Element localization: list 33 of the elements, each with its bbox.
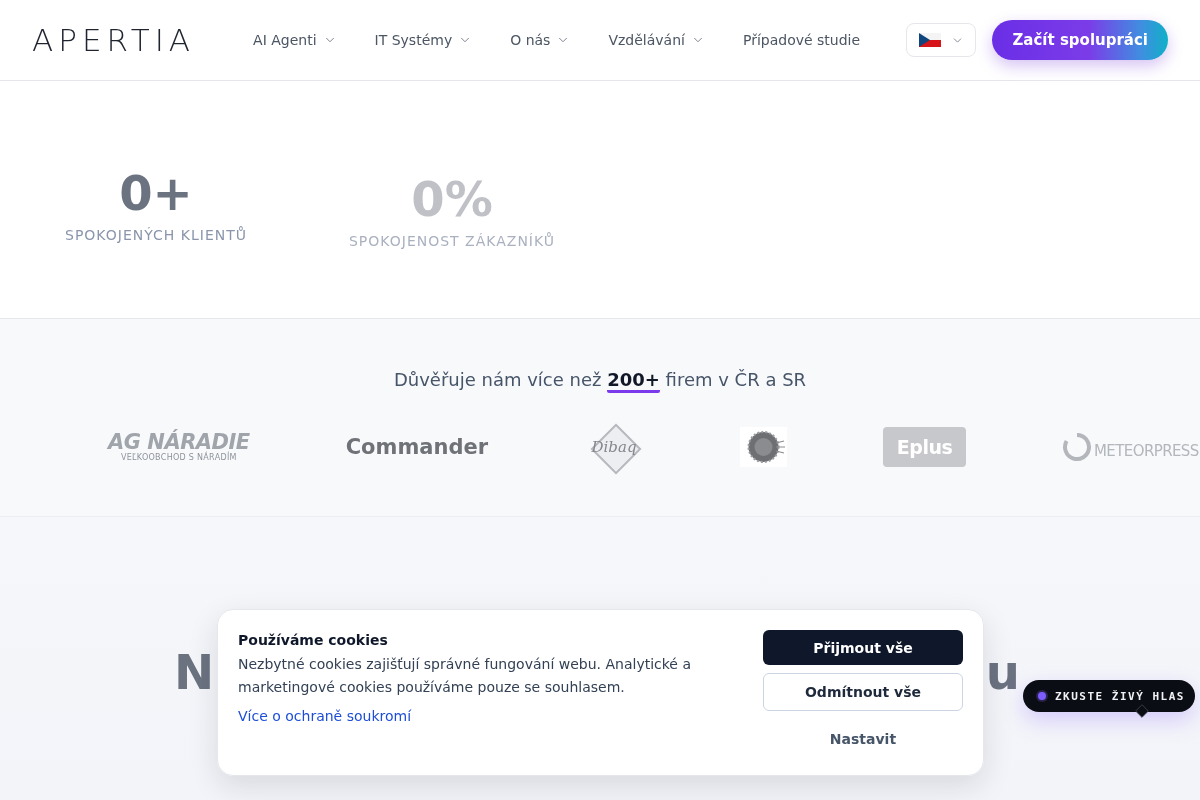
stat-label: SPOKOJENÝCH KLIENTŮ bbox=[65, 227, 247, 243]
trust-heading: Důvěřuje nám více než 200+ firem v ČR a SR bbox=[393, 367, 807, 393]
privacy-link[interactable]: Více o ochraně soukromí bbox=[238, 706, 412, 726]
stat-value: 0+ bbox=[119, 169, 193, 217]
diamond-icon bbox=[1135, 704, 1149, 718]
cta-button[interactable]: Začít spolupráci bbox=[992, 20, 1168, 60]
logo-wordmark: Dibaq bbox=[584, 422, 644, 472]
stat-value: 0% bbox=[411, 175, 493, 223]
logo-wordmark: Commander bbox=[345, 435, 488, 459]
section-heading: u bbox=[985, 643, 1020, 701]
accept-button[interactable]: Přijmout vše bbox=[763, 630, 963, 666]
nav-item[interactable]: Případové studie bbox=[742, 32, 861, 48]
ring-icon bbox=[1062, 432, 1092, 462]
cookie-title: Používáme cookies bbox=[238, 631, 388, 650]
dot-icon bbox=[1036, 690, 1048, 702]
logo-wordmark: AG NÁRADIE bbox=[108, 430, 250, 453]
nav-item[interactable]: Vzdělávání bbox=[608, 32, 705, 48]
settings-button[interactable]: Nastavit bbox=[763, 723, 963, 755]
cookie-text: Nezbytné cookies zajišťují správné fungování webu. Analytické a marketingové cookies používáme pouze se souhlasem. bbox=[238, 655, 692, 697]
round-seal-icon bbox=[740, 427, 787, 467]
flag-icon bbox=[919, 33, 941, 47]
logo-wordmark: METEORPRESS bbox=[1094, 442, 1199, 460]
logo-tagline: VEĽKOOBCHOD S NÁRADÍM bbox=[120, 453, 237, 463]
nav-item[interactable]: O nás bbox=[510, 32, 571, 48]
language-button[interactable] bbox=[906, 23, 977, 57]
nav-item[interactable]: AI Agenti bbox=[253, 32, 337, 48]
stat-label: SPOKOJENOST ZÁKAZNÍKŮ bbox=[348, 233, 556, 249]
nav-item[interactable]: IT Systémy bbox=[374, 32, 473, 48]
brand-logo[interactable]: APERTIA bbox=[32, 24, 196, 56]
section-heading: N bbox=[174, 643, 215, 701]
voice-button[interactable]: ZKUSTE ŽIVÝ HLAS bbox=[1023, 680, 1195, 712]
reject-button[interactable]: Odmítnout vše bbox=[763, 673, 963, 711]
logo-wordmark: Eplus bbox=[883, 427, 966, 467]
